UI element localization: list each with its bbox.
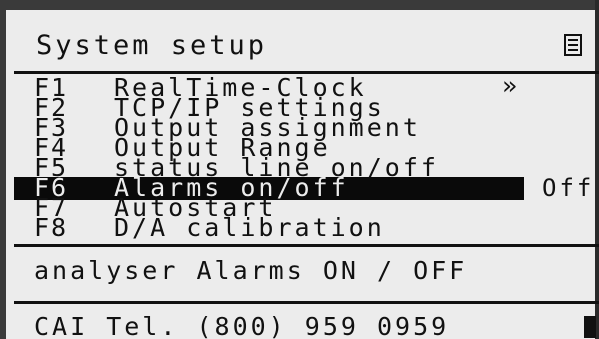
menu-item-da-calibration[interactable]: F8 D/A calibration — [14, 213, 599, 242]
footer-status-icon — [584, 316, 596, 338]
title-bar: System setup — [14, 24, 589, 68]
menu-item-label: D/A calibration — [114, 213, 385, 242]
divider-bottom — [14, 301, 599, 304]
alarms-state-value: Off — [542, 174, 595, 202]
list-menu-icon[interactable] — [564, 34, 582, 56]
menu-item-alarms[interactable]: F6 Alarms on/off Off — [14, 174, 599, 202]
bezel-top — [0, 0, 599, 10]
footer-phone: CAI Tel. (800) 959 0959 — [34, 312, 450, 339]
function-key-label: F8 — [34, 213, 69, 242]
divider-middle — [14, 244, 599, 247]
help-text: analyser Alarms ON / OFF — [34, 256, 468, 285]
bezel-left — [0, 0, 6, 339]
menu-list: F1 RealTime-Clock » F2 TCP/IP settings F… — [14, 73, 599, 242]
lcd-screen: System setup F1 RealTime-Clock » F2 TCP/… — [0, 0, 599, 339]
page-title: System setup — [36, 30, 268, 61]
submenu-arrow-icon: » — [502, 71, 518, 100]
